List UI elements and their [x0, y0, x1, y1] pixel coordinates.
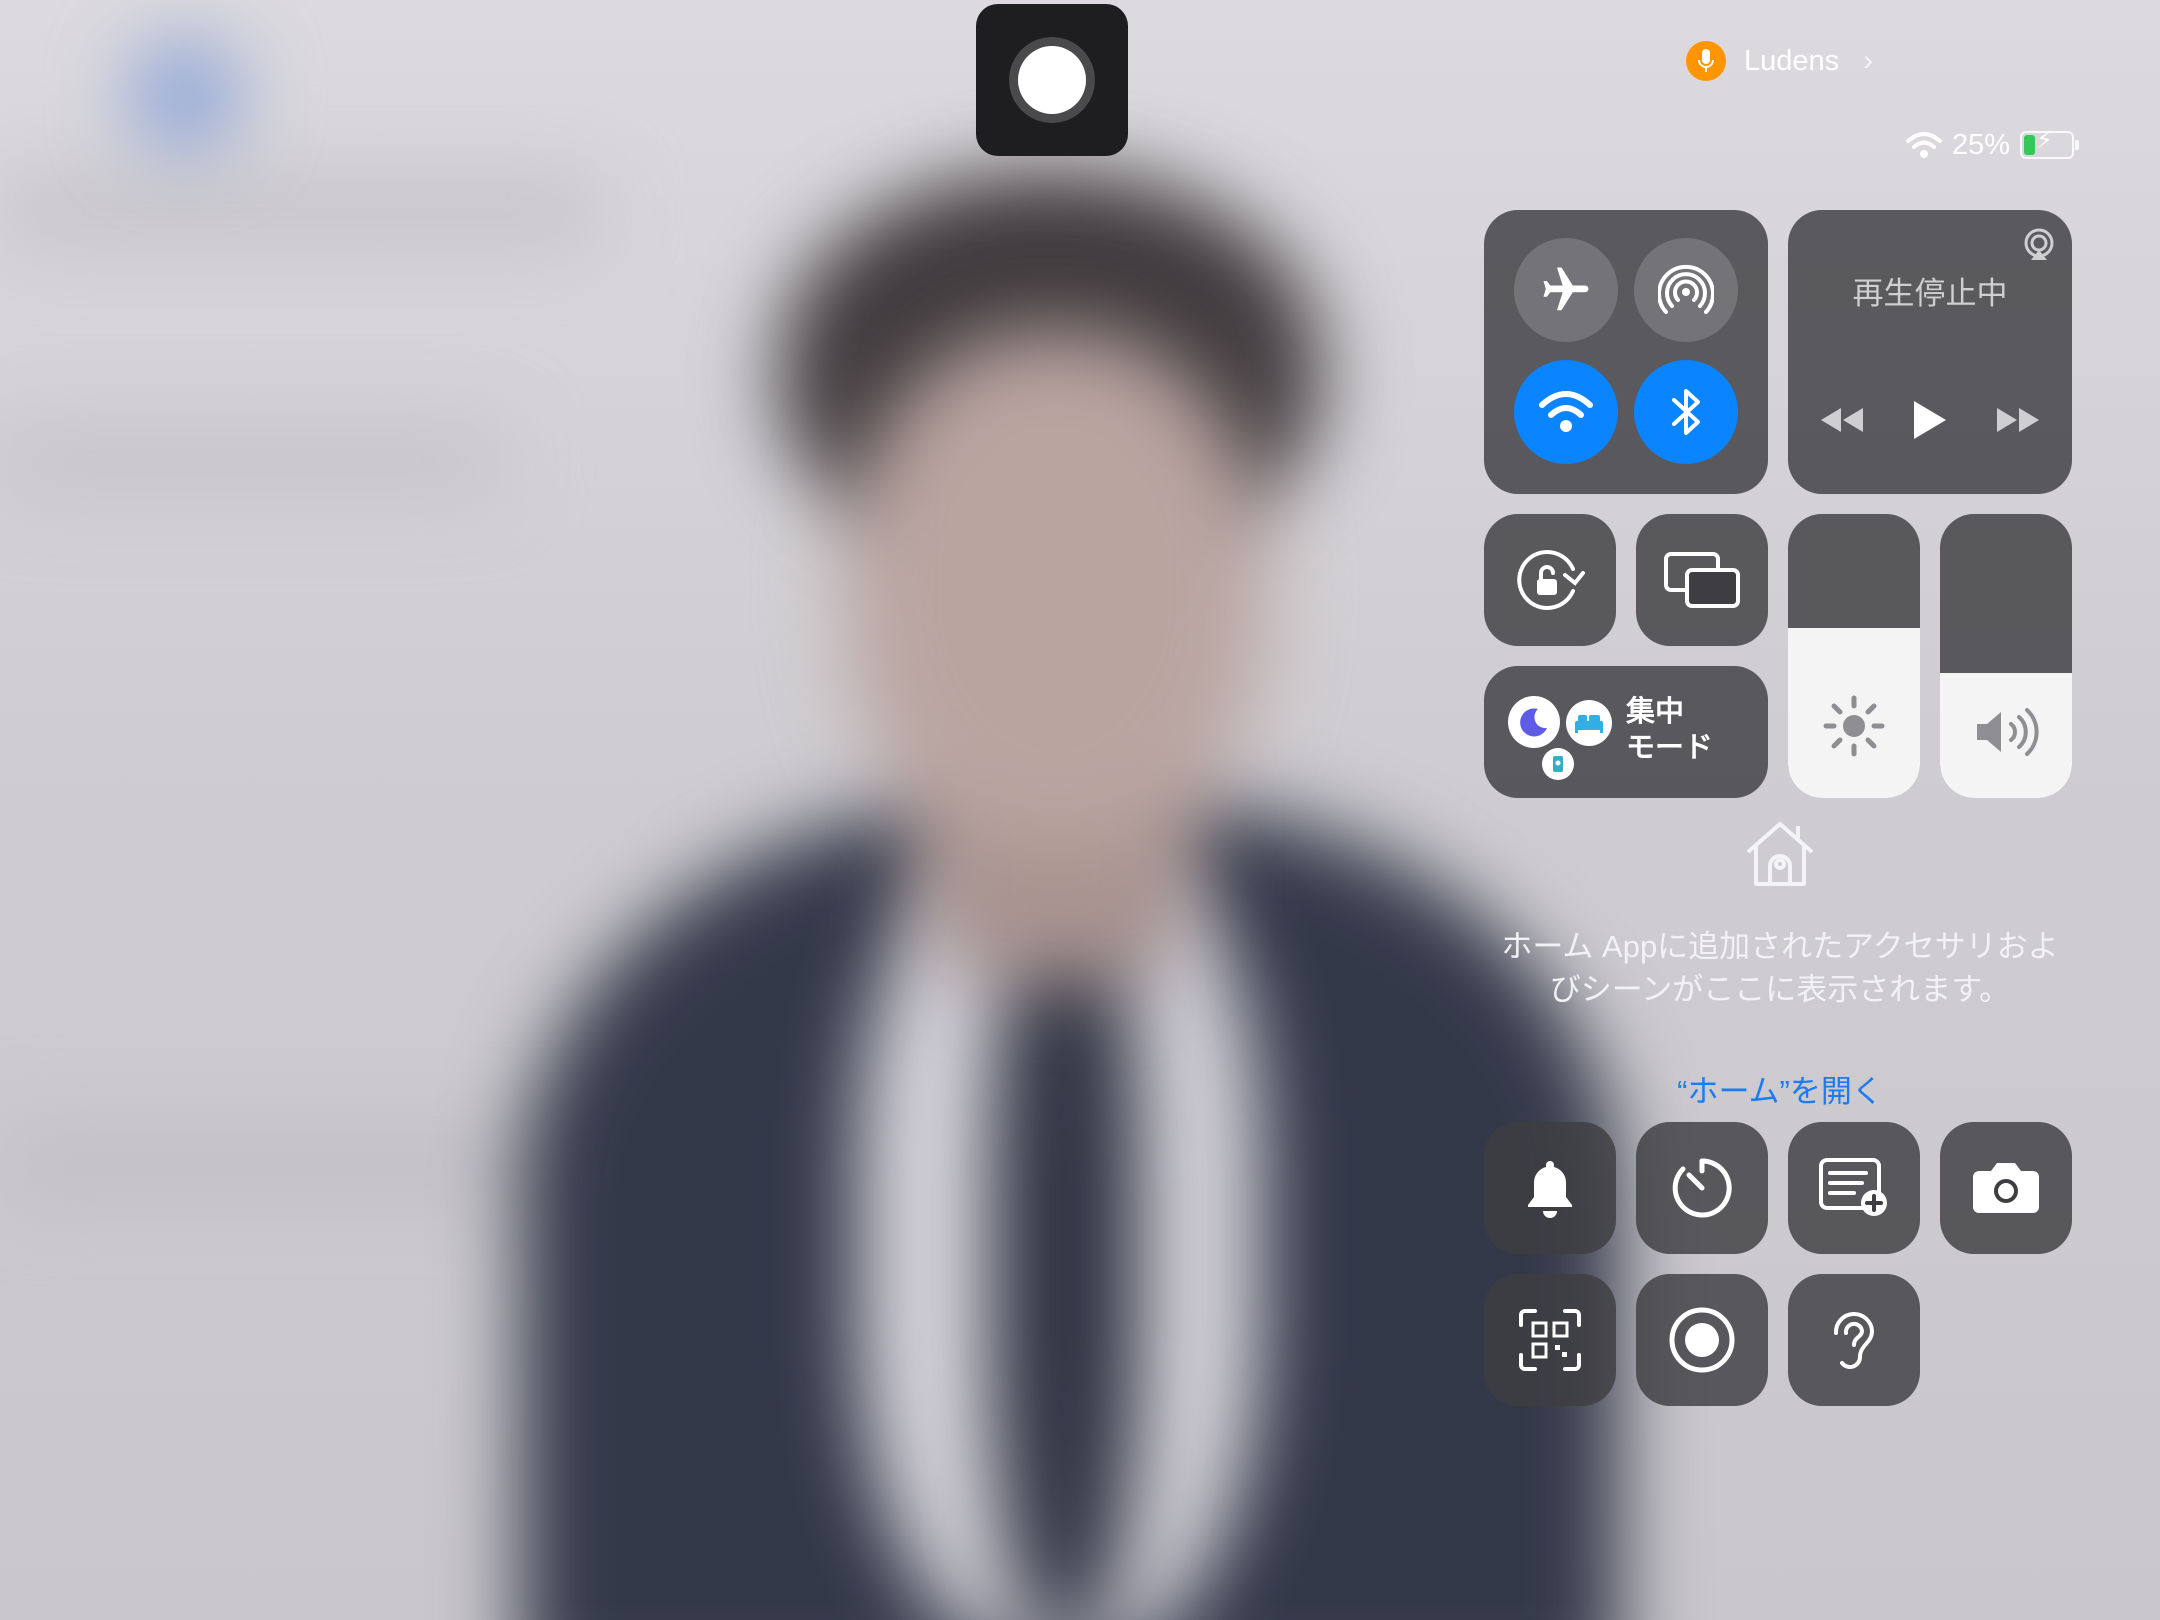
record-ring-icon: [1009, 37, 1095, 123]
stop-recording-button[interactable]: [976, 4, 1128, 156]
camera-icon: [1973, 1163, 2039, 1213]
airplane-icon: [1543, 267, 1589, 311]
home-empty-message: ホーム Appに追加されたアクセサリおよびシーンがここに表示されます。: [1501, 929, 2059, 1007]
quick-note-button[interactable]: [1788, 1122, 1920, 1254]
bell-icon: [1528, 1161, 1572, 1218]
open-home-link[interactable]: “ホーム”を開く: [1490, 1066, 2070, 1111]
rewind-button[interactable]: [1812, 390, 1872, 450]
brightness-icon: [1788, 694, 1920, 758]
camera-button[interactable]: [1940, 1122, 2072, 1254]
battery-icon: ⚡: [2020, 129, 2080, 159]
orientation-lock-icon: [1517, 550, 1585, 610]
screen-recording-button[interactable]: [1636, 1274, 1768, 1406]
quick-note-icon: [1819, 1158, 1887, 1216]
screen-mirroring-button[interactable]: [1636, 514, 1768, 646]
microphone-in-use-indicator[interactable]: Ludens ›: [1686, 41, 1874, 81]
volume-icon: [1940, 706, 2072, 758]
qr-code-icon: [1519, 1309, 1581, 1371]
brightness-slider[interactable]: [1788, 514, 1920, 798]
personal-hotspot-toggle[interactable]: [1634, 238, 1738, 342]
moon-icon: [1508, 696, 1560, 748]
play-button[interactable]: [1898, 390, 1962, 450]
hearing-button[interactable]: [1788, 1274, 1920, 1406]
focus-mode-button[interactable]: 集中 モード: [1484, 666, 1768, 798]
wifi-status-icon: [1906, 132, 1942, 158]
bluetooth-toggle[interactable]: [1634, 360, 1738, 464]
home-icon: [1742, 818, 1818, 895]
connectivity-module: [1484, 210, 1768, 494]
now-playing-module[interactable]: 再生停止中: [1788, 210, 2072, 494]
hotspot-icon: [1658, 264, 1714, 314]
bed-icon: [1566, 700, 1612, 746]
fast-forward-icon: [1997, 408, 2039, 432]
person-icon: [1542, 748, 1574, 780]
chevron-right-icon: ›: [1863, 44, 1874, 77]
bluetooth-icon: [1672, 389, 1700, 435]
battery-percent: 25%: [1952, 128, 2011, 161]
airplane-mode-toggle[interactable]: [1514, 238, 1618, 342]
status-indicators: 25% ⚡: [1906, 126, 2080, 164]
hearing-icon: [1833, 1311, 1875, 1369]
play-icon: [1914, 401, 1946, 439]
recording-app-name: Ludens: [1744, 44, 1840, 77]
screen-record-icon: [1669, 1307, 1735, 1373]
orientation-lock-button[interactable]: [1484, 514, 1616, 646]
volume-slider[interactable]: [1940, 514, 2072, 798]
wifi-toggle[interactable]: [1514, 360, 1618, 464]
now-playing-title: 再生停止中: [1852, 276, 2008, 311]
microphone-icon: [1686, 41, 1726, 81]
timer-button[interactable]: [1636, 1122, 1768, 1254]
airplay-icon[interactable]: [2022, 228, 2056, 267]
screen-mirroring-icon: [1664, 552, 1740, 608]
focus-label: 集中 モード: [1626, 696, 1714, 764]
silent-mode-button[interactable]: [1484, 1122, 1616, 1254]
timer-icon: [1672, 1158, 1732, 1218]
wifi-icon: [1539, 391, 1593, 432]
code-scanner-button[interactable]: [1484, 1274, 1616, 1406]
fast-forward-button[interactable]: [1988, 390, 2048, 450]
rewind-icon: [1821, 408, 1863, 432]
